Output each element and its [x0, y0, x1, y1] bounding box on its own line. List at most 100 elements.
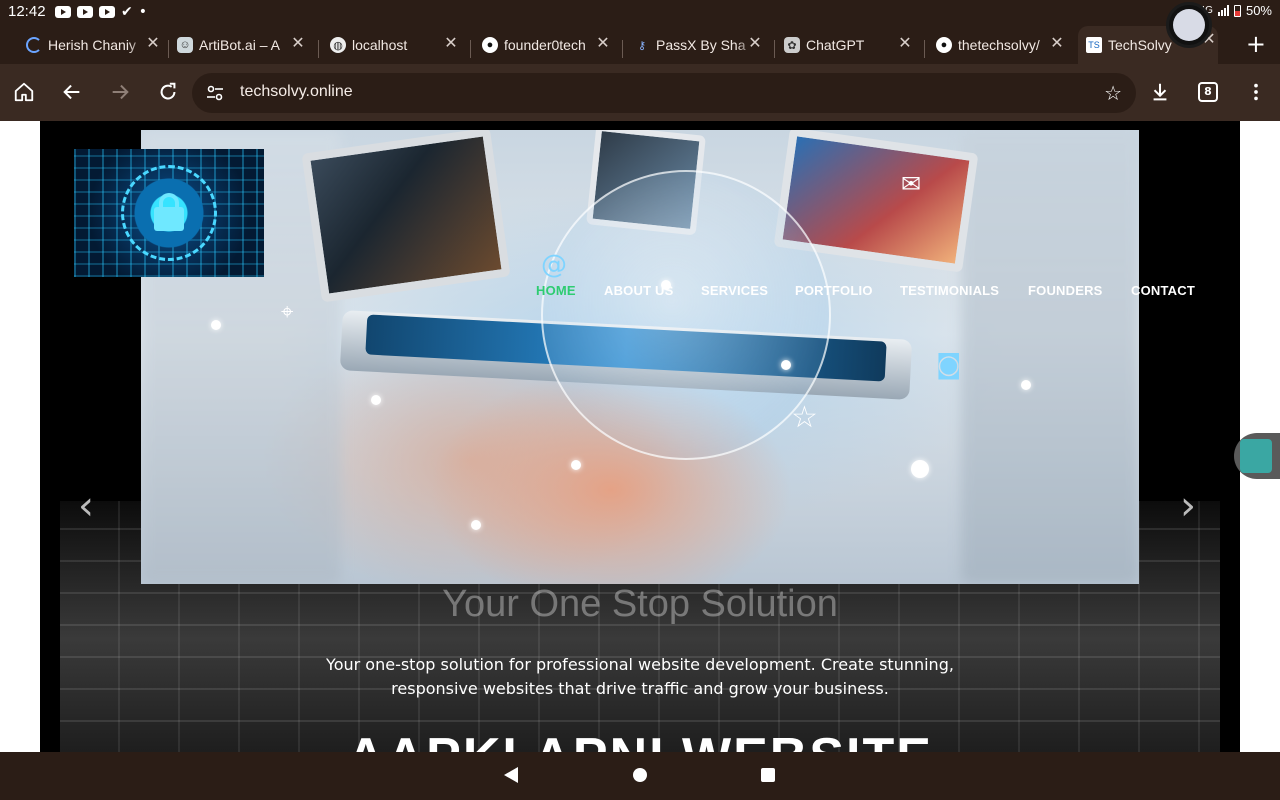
tab-separator: [318, 40, 319, 58]
close-tab-icon[interactable]: ✕: [594, 35, 612, 53]
tab-separator: [622, 40, 623, 58]
camera-floating-icon: ◙: [936, 350, 962, 380]
forward-button[interactable]: [106, 78, 134, 106]
carousel-next-arrow[interactable]: ›: [1180, 483, 1196, 529]
accessibility-widget-icon: [1240, 439, 1272, 473]
location-floating-icon: ⌖: [281, 300, 294, 325]
back-button[interactable]: [58, 78, 86, 106]
bg-blur: [961, 130, 1139, 584]
tab-switcher-button[interactable]: 8: [1198, 82, 1218, 102]
floating-bubble-avatar[interactable]: [1166, 2, 1212, 48]
more-vertical-icon: [1254, 83, 1258, 101]
tab-title: PassX By Sha: [656, 37, 746, 53]
sparkle-dot: [211, 320, 221, 330]
nav-founders[interactable]: FOUNDERS: [1028, 283, 1103, 298]
signal-icon: [1217, 5, 1229, 16]
close-tab-icon[interactable]: ✕: [896, 35, 914, 53]
monitor-image: [301, 130, 511, 303]
hero-tagline: Your one-stop solution for professional …: [320, 653, 960, 701]
system-recents-button[interactable]: [761, 768, 775, 782]
padlock-icon: [154, 207, 184, 231]
close-tab-icon[interactable]: ✕: [1048, 35, 1066, 53]
status-bar: 12:42 ✔ • 4G 50%: [0, 0, 1280, 24]
carousel-prev-arrow[interactable]: ‹: [78, 483, 94, 529]
star-floating-icon: ☆: [791, 400, 818, 435]
tab-herish[interactable]: Herish Chaniy ✕: [26, 30, 162, 60]
tagline-line-2: responsive websites that drive traffic a…: [391, 679, 889, 698]
nav-home[interactable]: HOME: [536, 283, 576, 298]
url-text[interactable]: techsolvy.online: [240, 83, 353, 101]
sparkle-dot: [571, 460, 581, 470]
techsolvy-logo[interactable]: [74, 149, 264, 277]
home-icon: [14, 82, 34, 102]
download-icon: [1153, 83, 1167, 101]
close-tab-icon[interactable]: ✕: [289, 35, 307, 53]
site-settings-icon[interactable]: [206, 84, 224, 102]
github-icon: ●: [482, 37, 498, 53]
tab-separator: [168, 40, 169, 58]
status-time: 12:42: [8, 3, 46, 20]
network-globe-graphic: [541, 170, 831, 460]
hero-big-title: AAPKI APNI WEBSITE: [40, 727, 1240, 752]
close-tab-icon[interactable]: ✕: [442, 35, 460, 53]
tab-title: ChatGPT: [806, 37, 865, 53]
nav-portfolio[interactable]: PORTFOLIO: [795, 283, 873, 298]
close-tab-icon[interactable]: ✕: [746, 35, 764, 53]
github-icon: ●: [936, 37, 952, 53]
chat-floating-icon: ✉: [901, 170, 922, 198]
sparkle-dot: [781, 360, 791, 370]
hero-headline: Your One Stop Solution: [442, 583, 838, 625]
sparkle-dot: [911, 460, 929, 478]
battery-percent: 50%: [1245, 3, 1272, 18]
hero-section: @ ⌖ ☆ ◙ ✉ HOME ABOUT US SERVICES PORTFOL…: [40, 121, 1240, 752]
system-navigation-bar: [0, 752, 1280, 800]
tab-title: ArtiBot.ai – A: [199, 37, 280, 53]
tab-title: localhost: [352, 37, 408, 53]
tab-founder0tech[interactable]: ● founder0tech ✕: [482, 30, 612, 60]
sparkle-dot: [371, 395, 381, 405]
nav-services[interactable]: SERVICES: [701, 283, 768, 298]
web-page: @ ⌖ ☆ ◙ ✉ HOME ABOUT US SERVICES PORTFOL…: [0, 121, 1280, 752]
tagline-line-1: Your one-stop solution for professional …: [326, 655, 954, 674]
side-floating-widget[interactable]: [1234, 433, 1280, 479]
tab-title: founder0tech: [504, 37, 586, 53]
tab-separator: [774, 40, 775, 58]
hero-carousel-slide: @ ⌖ ☆ ◙ ✉: [141, 130, 1139, 584]
more-notifications-dot-icon: •: [138, 4, 147, 20]
reload-button[interactable]: [154, 78, 182, 106]
tab-chatgpt[interactable]: ✿ ChatGPT ✕: [784, 30, 914, 60]
techsolvy-icon: TS: [1086, 37, 1102, 53]
tab-passx[interactable]: ⚷ PassX By Sha ✕: [634, 30, 764, 60]
tab-localhost[interactable]: ◍ localhost ✕: [330, 30, 460, 60]
menu-button[interactable]: [1242, 78, 1270, 106]
browser-toolbar: techsolvy.online ☆ 8: [0, 64, 1280, 121]
checkmark-notification-icon: ✔: [121, 4, 133, 20]
tab-separator: [924, 40, 925, 58]
tab-artibot[interactable]: ☺ ArtiBot.ai – A ✕: [177, 30, 307, 60]
passx-icon: ⚷: [637, 39, 647, 52]
sparkle-dot: [1021, 380, 1031, 390]
system-back-button[interactable]: [504, 767, 518, 783]
address-bar[interactable]: techsolvy.online ☆: [192, 73, 1136, 113]
bookmark-star-icon[interactable]: ☆: [1104, 81, 1122, 105]
new-tab-button[interactable]: +: [1246, 30, 1266, 58]
tab-thetechsolvy[interactable]: ● thetechsolvy/ ✕: [936, 30, 1066, 60]
tab-title: Herish Chaniy: [48, 37, 136, 53]
download-button[interactable]: [1146, 78, 1174, 106]
battery-icon: [1233, 4, 1241, 17]
home-button[interactable]: [10, 78, 38, 106]
system-home-button[interactable]: [633, 768, 647, 782]
youtube-notification-icon: [55, 6, 71, 18]
nav-testimonials[interactable]: TESTIMONIALS: [900, 283, 999, 298]
nav-contact[interactable]: CONTACT: [1131, 283, 1195, 298]
tab-strip: Herish Chaniy ✕ ☺ ArtiBot.ai – A ✕ ◍ loc…: [0, 24, 1280, 64]
loading-spinner-icon: [26, 37, 42, 53]
youtube-notification-icon: [77, 6, 93, 18]
arrow-right-icon: [112, 84, 129, 100]
nav-about-us[interactable]: ABOUT US: [604, 283, 674, 298]
chatgpt-icon: ✿: [784, 37, 800, 53]
email-floating-icon: @: [541, 250, 567, 280]
close-tab-icon[interactable]: ✕: [144, 35, 162, 53]
globe-icon: ◍: [330, 37, 346, 53]
sparkle-dot: [471, 520, 481, 530]
